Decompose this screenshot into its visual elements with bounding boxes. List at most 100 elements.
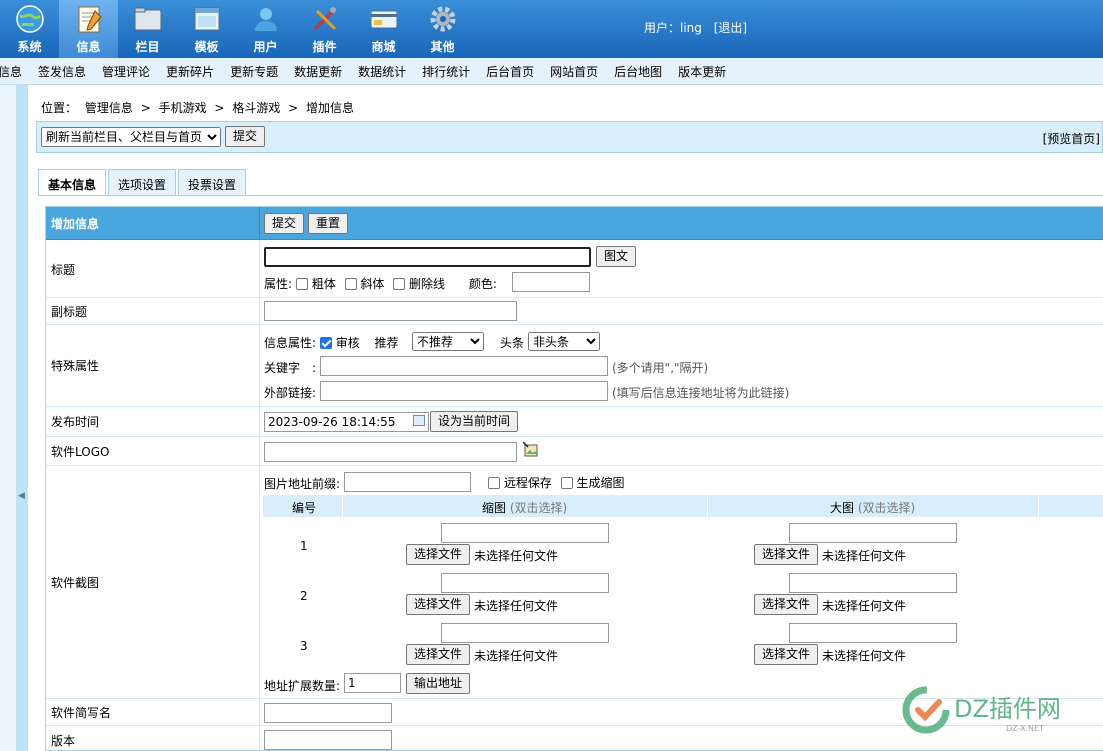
subtitle-input[interactable] bbox=[264, 301, 517, 321]
export-url-button[interactable]: 输出地址 bbox=[406, 673, 471, 694]
external-link-input[interactable] bbox=[320, 381, 608, 401]
external-link-hint: (填写后信息连接地址将为此链接) bbox=[612, 386, 790, 400]
logo-label: 软件LOGO bbox=[46, 437, 260, 465]
topnav-user[interactable]: 用户 bbox=[236, 0, 295, 58]
left-collapse-strip[interactable]: ◀ bbox=[0, 85, 28, 751]
thumb-no-file-text: 未选择任何文件 bbox=[474, 649, 559, 663]
logout-link[interactable]: [退出] bbox=[714, 21, 747, 35]
screenshot-table-header: 编号 缩图 (双击选择) 大图 (双击选择) bbox=[263, 495, 1103, 517]
breadcrumb-link[interactable]: 手机游戏 bbox=[159, 101, 207, 115]
topnav-shop[interactable]: 商城 bbox=[354, 0, 413, 58]
strike-checkbox[interactable] bbox=[393, 278, 406, 290]
refresh-submit-button[interactable]: 提交 bbox=[225, 126, 266, 147]
watermark-graphic: DZ插件网 DZ-X.NET bbox=[902, 686, 1061, 734]
headline-select[interactable]: 非头条 bbox=[528, 332, 600, 351]
color-input[interactable] bbox=[512, 272, 590, 292]
refresh-select[interactable]: 刷新当前栏目、父栏目与首页 bbox=[41, 127, 221, 147]
big-choose-file-button[interactable]: 选择文件 bbox=[754, 544, 819, 565]
set-now-button[interactable]: 设为当前时间 bbox=[430, 411, 519, 432]
username: 用户：ling bbox=[644, 21, 702, 35]
version-input[interactable] bbox=[264, 730, 392, 750]
color-label: 颜色: bbox=[468, 277, 497, 291]
reset-button[interactable]: 重置 bbox=[308, 213, 349, 234]
image-prefix-input[interactable] bbox=[344, 472, 471, 492]
calendar-icon[interactable] bbox=[413, 415, 425, 426]
menu-item[interactable]: 数据更新 bbox=[285, 63, 351, 80]
big-choose-file-button[interactable]: 选择文件 bbox=[754, 594, 819, 615]
topnav-plugin[interactable]: 插件 bbox=[295, 0, 354, 58]
menu-item[interactable]: 后台地图 bbox=[605, 63, 671, 80]
ext-count-input[interactable] bbox=[344, 673, 401, 693]
topnav-info[interactable]: 信息 bbox=[59, 0, 118, 58]
card-icon bbox=[370, 10, 397, 29]
big-no-file-text: 未选择任何文件 bbox=[822, 599, 907, 613]
special-attr-label: 特殊属性 bbox=[46, 325, 260, 406]
menu-item[interactable]: 数据统计 bbox=[349, 63, 415, 80]
audit-checkbox[interactable] bbox=[319, 337, 332, 349]
audit-label: 审核 bbox=[335, 336, 360, 350]
big-url-input[interactable] bbox=[789, 523, 957, 543]
tab-options[interactable]: 选项设置 bbox=[108, 169, 177, 196]
menu-item[interactable]: 更新碎片 bbox=[157, 63, 223, 80]
screenshot-options: 远程保存 生成缩图 bbox=[488, 474, 625, 491]
thumb-url-input[interactable] bbox=[441, 623, 609, 643]
image-text-button[interactable]: 图文 bbox=[596, 246, 637, 267]
collapse-arrow-icon[interactable]: ◀ bbox=[18, 491, 25, 501]
user-icon bbox=[254, 8, 277, 31]
screenshot-row-number: 2 bbox=[300, 589, 308, 603]
topnav-other[interactable]: 其他 bbox=[413, 0, 472, 58]
submit-button[interactable]: 提交 bbox=[264, 213, 305, 234]
thumb-url-input[interactable] bbox=[441, 573, 609, 593]
gen-thumb-checkbox[interactable] bbox=[560, 477, 573, 489]
menu-item[interactable]: 签发信息 bbox=[29, 63, 95, 80]
window-icon bbox=[194, 7, 219, 31]
menu-item[interactable]: 排行统计 bbox=[413, 63, 479, 80]
topnav-system[interactable]: 系统 bbox=[0, 0, 59, 58]
publish-time-group: 设为当前时间 bbox=[263, 407, 1103, 436]
thumb-url-input[interactable] bbox=[441, 523, 609, 543]
menu-item[interactable]: 网站首页 bbox=[541, 63, 607, 80]
big-url-input[interactable] bbox=[789, 573, 957, 593]
info-attr-line: 信息属性: 审核 推荐 bbox=[264, 334, 399, 351]
thumb-choose-file-button[interactable]: 选择文件 bbox=[406, 594, 471, 615]
topnav-column[interactable]: 栏目 bbox=[118, 0, 177, 58]
title-attrs: 属性: 粗体 斜体 删除线 颜色: bbox=[264, 275, 497, 292]
tab-basic[interactable]: 基本信息 bbox=[38, 169, 107, 196]
logo-input[interactable] bbox=[264, 442, 517, 462]
keyword-input[interactable] bbox=[320, 356, 608, 376]
keyword-label: 关键字 : bbox=[264, 361, 317, 375]
tab-underline bbox=[38, 195, 1103, 196]
remote-save-checkbox[interactable] bbox=[488, 477, 500, 489]
image-select-icon[interactable] bbox=[523, 442, 539, 458]
short-name-input[interactable] bbox=[264, 703, 392, 723]
menu-item[interactable]: 管理评论 bbox=[93, 63, 159, 80]
italic-checkbox[interactable] bbox=[344, 278, 357, 290]
big-choose-file-button[interactable]: 选择文件 bbox=[754, 644, 819, 665]
user-info: 用户：ling [退出] bbox=[644, 19, 755, 36]
bold-checkbox[interactable] bbox=[295, 278, 308, 290]
menu-item[interactable]: 后台首页 bbox=[477, 63, 543, 80]
top-bar: 系统 信息 栏目 模板 用户 插件 商城 其他 用户：ling [退出] bbox=[0, 0, 1103, 58]
recommend-select[interactable]: 不推荐 bbox=[412, 332, 484, 351]
preview-home-link[interactable]: [预览首页] bbox=[1043, 130, 1100, 147]
big-url-input[interactable] bbox=[789, 623, 957, 643]
strip-inner bbox=[16, 85, 28, 751]
add-info-form: 增加信息 提交 重置 标题 图文 属性: 粗体 斜体 删除线 颜色: 副标题 特… bbox=[45, 206, 1103, 751]
tab-vote[interactable]: 投票设置 bbox=[178, 169, 247, 196]
breadcrumb-link[interactable]: 格斗游戏 bbox=[232, 101, 280, 115]
external-link-label: 外部链接: bbox=[264, 386, 317, 400]
gen-thumb-label: 生成缩图 bbox=[576, 476, 625, 490]
special-attr-group: 信息属性: 审核 推荐 不推荐 头条 非头条 关键字 : (多个请用","隔开)… bbox=[263, 325, 1103, 406]
thumb-choose-file-button[interactable]: 选择文件 bbox=[406, 544, 471, 565]
topnav-template[interactable]: 模板 bbox=[177, 0, 236, 58]
strike-label: 删除线 bbox=[409, 277, 446, 291]
big-no-file-text: 未选择任何文件 bbox=[822, 649, 907, 663]
top-nav: 系统 信息 栏目 模板 用户 插件 商城 其他 bbox=[0, 0, 472, 58]
menu-item[interactable]: 信息 bbox=[0, 63, 31, 80]
menu-item[interactable]: 更新专题 bbox=[221, 63, 287, 80]
menu-item[interactable]: 版本更新 bbox=[669, 63, 735, 80]
thumb-choose-file-button[interactable]: 选择文件 bbox=[406, 644, 471, 665]
publish-time-input[interactable] bbox=[264, 412, 429, 432]
breadcrumb-link[interactable]: 管理信息 bbox=[85, 101, 133, 115]
title-input[interactable] bbox=[264, 247, 591, 267]
